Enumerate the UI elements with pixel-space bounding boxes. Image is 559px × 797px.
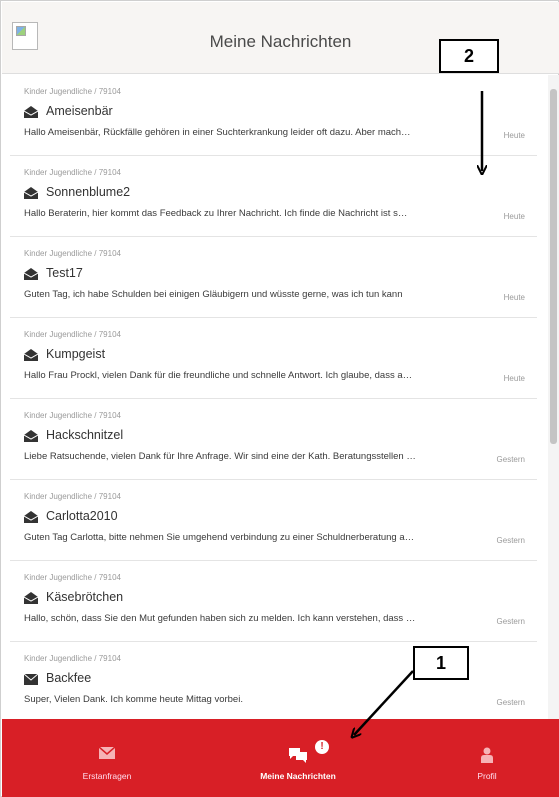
- nav-label-profil: Profil: [477, 771, 497, 781]
- message-item[interactable]: Kinder Jugendliche / 79104 Kumpgeist Hallo…: [10, 318, 537, 399]
- message-sender: Test17: [46, 266, 83, 280]
- nav-label-erstanfragen: Erstanfragen: [82, 771, 132, 781]
- envelope-open-icon: [23, 591, 39, 604]
- message-date: Heute: [503, 374, 525, 383]
- nav-item-profil[interactable]: Profil: [457, 719, 517, 797]
- message-item[interactable]: Kinder Jugendliche / 79104 Käsebrötchen Ha…: [10, 561, 537, 642]
- annotation-label-1: 1: [413, 646, 469, 680]
- message-date: Gestern: [496, 698, 525, 707]
- message-category: Kinder Jugendliche / 79104: [24, 411, 121, 420]
- envelope-open-icon: [23, 348, 39, 361]
- message-sender: Hackschnitzel: [46, 428, 124, 442]
- envelope-icon: [99, 747, 115, 759]
- message-preview: Hallo, schön, dass Sie den Mut gefunden …: [24, 613, 416, 624]
- app-frame: Meine Nachrichten Kinder Jugendliche / 7…: [0, 0, 559, 797]
- message-preview: Liebe Ratsuchende, vielen Dank für Ihre …: [24, 451, 416, 462]
- message-item[interactable]: Kinder Jugendliche / 79104 Test17 Guten Ta…: [10, 237, 537, 318]
- message-preview: Guten Tag, ich habe Schulden bei einigen…: [24, 289, 403, 300]
- message-item[interactable]: Kinder Jugendliche / 79104 Hackschnitzel L…: [10, 399, 537, 480]
- message-date: Heute: [503, 131, 525, 140]
- envelope-open-icon: [23, 105, 39, 118]
- bottom-navigation: Erstanfragen ! Meine Nachrichten Profil: [2, 719, 559, 797]
- message-list[interactable]: Kinder Jugendliche / 79104 Ameisenbär Hall…: [10, 75, 537, 720]
- message-preview: Super, Vielen Dank. Ich komme heute Mitt…: [24, 694, 243, 705]
- message-item[interactable]: Kinder Jugendliche / 79104 Carlotta2010 Gu…: [10, 480, 537, 561]
- envelope-open-icon: [23, 267, 39, 280]
- envelope-open-icon: [23, 186, 39, 199]
- chat-bubbles-icon: [289, 748, 307, 763]
- message-preview: Hallo Ameisenbär, Rückfälle gehören in e…: [24, 127, 411, 138]
- message-date: Gestern: [496, 536, 525, 545]
- person-icon: [481, 747, 493, 763]
- message-category: Kinder Jugendliche / 79104: [24, 654, 121, 663]
- message-category: Kinder Jugendliche / 79104: [24, 168, 121, 177]
- message-sender: Kumpgeist: [46, 347, 106, 361]
- nav-label-meine-nachrichten: Meine Nachrichten: [260, 771, 336, 781]
- message-date: Heute: [503, 212, 525, 221]
- annotation-label-2: 2: [439, 39, 499, 73]
- message-item[interactable]: Kinder Jugendliche / 79104 Ameisenbär Hall…: [10, 75, 537, 156]
- message-sender: Ameisenbär: [46, 104, 113, 118]
- message-sender: Backfee: [46, 671, 92, 685]
- message-item[interactable]: Kinder Jugendliche / 79104 Sonnenblume2 Ha…: [10, 156, 537, 237]
- nav-item-meine-nachrichten[interactable]: ! Meine Nachrichten: [248, 719, 348, 797]
- message-category: Kinder Jugendliche / 79104: [24, 573, 121, 582]
- message-preview: Guten Tag Carlotta, bitte nehmen Sie umg…: [24, 532, 415, 543]
- envelope-open-icon: [23, 510, 39, 523]
- message-category: Kinder Jugendliche / 79104: [24, 249, 121, 258]
- message-preview: Hallo Beraterin, hier kommt das Feedback…: [24, 208, 408, 219]
- message-preview: Hallo Frau Prockl, vielen Dank für die f…: [24, 370, 413, 381]
- scrollbar-thumb[interactable]: [550, 89, 557, 444]
- message-category: Kinder Jugendliche / 79104: [24, 87, 121, 96]
- envelope-open-icon: [23, 429, 39, 442]
- envelope-closed-icon: [23, 672, 39, 685]
- message-category: Kinder Jugendliche / 79104: [24, 330, 121, 339]
- message-date: Heute: [503, 293, 525, 302]
- message-category: Kinder Jugendliche / 79104: [24, 492, 121, 501]
- message-sender: Käsebrötchen: [46, 590, 124, 604]
- message-sender: Carlotta2010: [46, 509, 118, 523]
- message-date: Gestern: [496, 455, 525, 464]
- notification-badge: !: [315, 740, 329, 754]
- nav-item-erstanfragen[interactable]: Erstanfragen: [62, 719, 152, 797]
- message-sender: Sonnenblume2: [46, 185, 131, 199]
- message-date: Gestern: [496, 617, 525, 626]
